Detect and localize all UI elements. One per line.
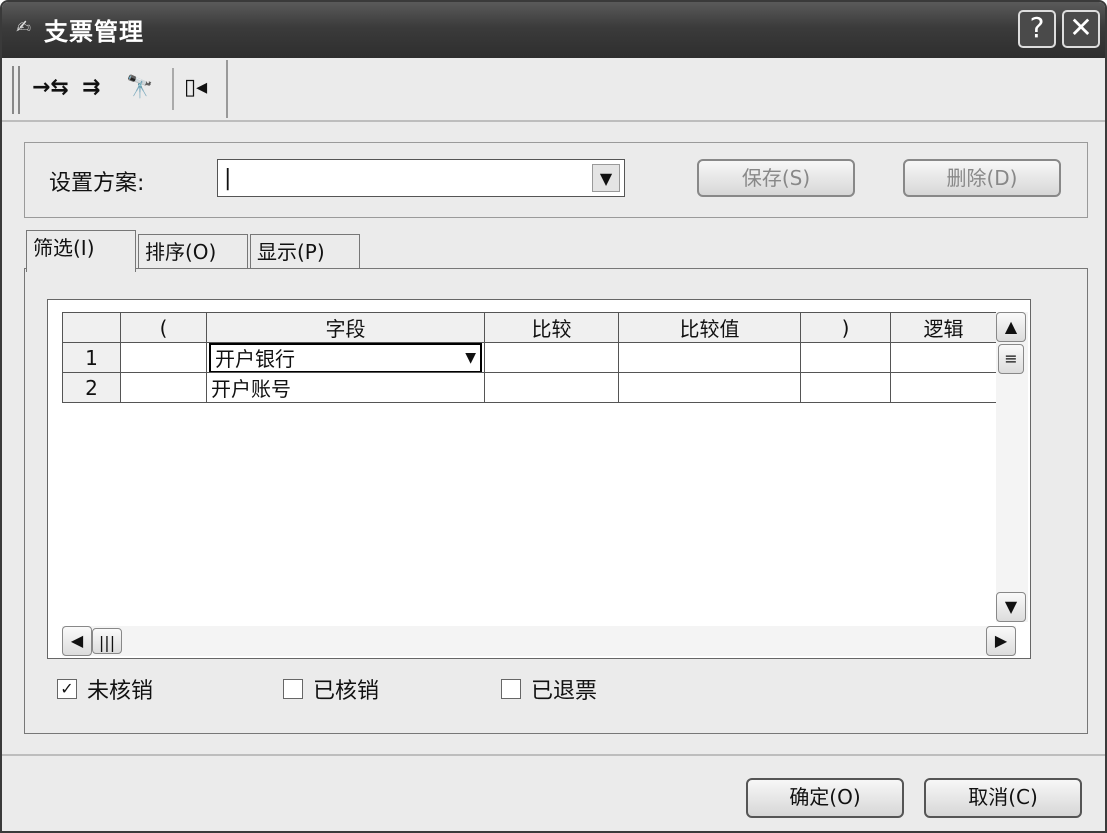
cell-compare[interactable]: [484, 342, 619, 373]
scheme-select[interactable]: | ▼: [217, 159, 625, 197]
checkbox-uncleared[interactable]: ✓ 未核销: [57, 673, 153, 705]
checkbox-returned[interactable]: 已退票: [501, 673, 597, 705]
scheme-select-value: |: [224, 166, 232, 191]
column-header-compare-value: 比较值: [618, 312, 801, 343]
column-header-close-paren: ): [800, 312, 891, 343]
checkbox-label: 已退票: [531, 679, 598, 704]
vertical-scrollbar[interactable]: ▲ ≡ ▼: [996, 312, 1028, 622]
footer-divider: [2, 754, 1105, 756]
column-header-logic: 逻辑: [890, 312, 997, 343]
chevron-down-icon[interactable]: ▼: [465, 350, 476, 366]
checkbox-box[interactable]: [501, 679, 521, 699]
toolbar: →⇆ ⇉ 🔭 ▯◂: [6, 60, 228, 118]
cell-compare-value[interactable]: [618, 372, 801, 403]
cell-logic[interactable]: [890, 342, 997, 373]
horizontal-scrollbar[interactable]: ◀ ||| ▶: [62, 626, 1016, 656]
checkbox-cleared[interactable]: 已核销: [283, 673, 379, 705]
field-dropdown[interactable]: 开户银行 ▼: [209, 342, 482, 373]
delete-button[interactable]: 删除(D): [903, 159, 1061, 197]
window-title: 支票管理: [44, 18, 144, 46]
row-number: 1: [62, 342, 121, 373]
checkbox-box[interactable]: [283, 679, 303, 699]
cell-compare-value[interactable]: [618, 342, 801, 373]
delete-row-icon[interactable]: ⇉: [82, 68, 100, 108]
help-button[interactable]: ?: [1018, 10, 1056, 48]
scheme-label: 设置方案:: [49, 171, 145, 196]
column-header-field: 字段: [206, 312, 485, 343]
field-dropdown-value: 开户银行: [215, 347, 295, 371]
ok-button[interactable]: 确定(O): [746, 778, 904, 818]
filter-table: ( 字段 比较 比较值 ) 逻辑 1 开户银行 ▼ 2 开户账号: [62, 312, 997, 403]
cell-field[interactable]: 开户银行 ▼: [206, 342, 485, 373]
cancel-button[interactable]: 取消(C): [924, 778, 1082, 818]
app-icon: ✍: [16, 17, 32, 38]
tab-sort[interactable]: 排序(O): [138, 234, 248, 270]
checkbox-label: 已核销: [313, 679, 380, 704]
cell-close-paren[interactable]: [800, 342, 891, 373]
binoculars-icon[interactable]: 🔭: [126, 68, 153, 108]
checkbox-label: 未核销: [87, 679, 154, 704]
tab-filter[interactable]: 筛选(I): [26, 230, 136, 272]
tab-display[interactable]: 显示(P): [250, 234, 360, 270]
cell-close-paren[interactable]: [800, 372, 891, 403]
chevron-down-icon[interactable]: ▼: [592, 164, 620, 192]
table-header-row: ( 字段 比较 比较值 ) 逻辑: [62, 312, 997, 343]
cell-open-paren[interactable]: [120, 372, 207, 403]
exit-icon[interactable]: ▯◂: [184, 68, 207, 108]
close-button[interactable]: ✕: [1062, 10, 1100, 48]
scheme-group: 设置方案: | ▼ 保存(S) 删除(D): [24, 142, 1088, 218]
cell-field[interactable]: 开户账号: [206, 372, 485, 403]
table-row[interactable]: 1 开户银行 ▼: [62, 342, 997, 373]
insert-row-icon[interactable]: →⇆: [32, 68, 69, 108]
checkbox-box[interactable]: ✓: [57, 679, 77, 699]
column-header-open-paren: (: [120, 312, 207, 343]
filter-tab-panel: ( 字段 比较 比较值 ) 逻辑 1 开户银行 ▼ 2 开户账号 ▲ ≡ ▼ ◀…: [24, 268, 1088, 734]
cell-logic[interactable]: [890, 372, 997, 403]
toolbar-divider: [2, 120, 1105, 122]
scroll-thumb[interactable]: |||: [92, 628, 122, 654]
scroll-down-icon[interactable]: ▼: [996, 592, 1026, 622]
toolbar-grip[interactable]: [12, 66, 20, 114]
cell-compare[interactable]: [484, 372, 619, 403]
scroll-up-icon[interactable]: ▲: [996, 312, 1026, 342]
row-number: 2: [62, 372, 121, 403]
filter-grid: ( 字段 比较 比较值 ) 逻辑 1 开户银行 ▼ 2 开户账号 ▲ ≡ ▼ ◀…: [47, 299, 1031, 659]
toolbar-separator: [172, 68, 174, 110]
scroll-right-icon[interactable]: ▶: [986, 626, 1016, 656]
table-row[interactable]: 2 开户账号: [62, 372, 997, 403]
column-header-rownum: [62, 312, 121, 343]
column-header-compare: 比较: [484, 312, 619, 343]
title-bar[interactable]: ✍ 支票管理 ? ✕: [2, 2, 1105, 58]
cell-open-paren[interactable]: [120, 342, 207, 373]
scroll-thumb[interactable]: ≡: [998, 344, 1024, 374]
scroll-left-icon[interactable]: ◀: [62, 626, 92, 656]
save-button[interactable]: 保存(S): [697, 159, 855, 197]
cheque-management-dialog: ✍ 支票管理 ? ✕ →⇆ ⇉ 🔭 ▯◂ 设置方案: | ▼ 保存(S) 删除(…: [0, 0, 1107, 833]
